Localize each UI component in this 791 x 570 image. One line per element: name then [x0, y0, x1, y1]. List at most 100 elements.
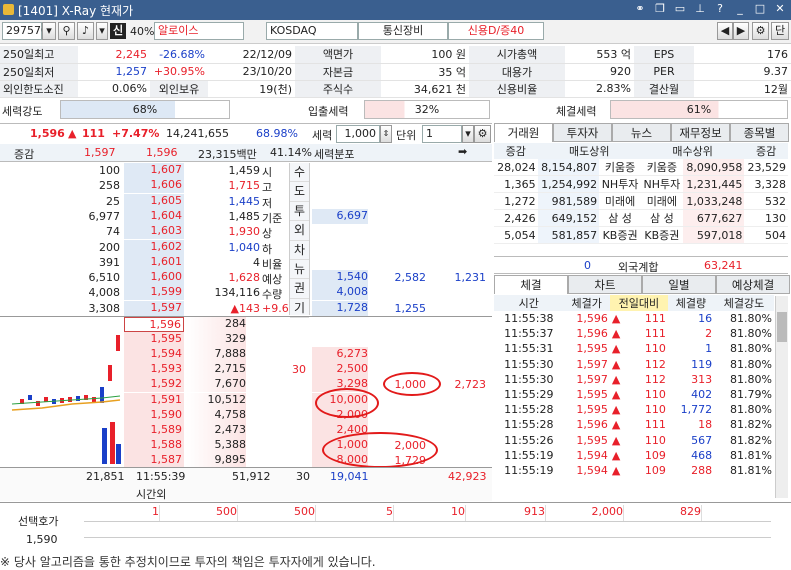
broker-row[interactable]: 1,272 981,589 미래에 미래에 1,033,248 532 [494, 192, 788, 210]
info-value: 176 [694, 46, 791, 64]
trade-row[interactable]: 11:55:19 1,594 ▲ 109 468 81.81% [494, 448, 774, 463]
search-icon[interactable]: ⚲ [58, 22, 75, 40]
bid-qty: 7,888 [186, 347, 246, 363]
broker-cell: 23,529 [744, 159, 788, 176]
strength-bar: 68% [60, 100, 230, 119]
trade-qty: 288 [691, 463, 713, 477]
settings-icon[interactable]: ⚙ [752, 22, 769, 40]
ask-row[interactable]: 391 1,601 4 비율 [0, 254, 492, 271]
single-view-button[interactable]: 단 [771, 22, 789, 40]
broker-row[interactable]: 2,426 649,152 삼 성삼 성 677,627 130 [494, 209, 788, 227]
maximize-icon[interactable]: □ [753, 2, 767, 16]
stock-code-input[interactable]: 297570 [2, 22, 48, 40]
broker-cell: KB증권 [599, 226, 641, 244]
side-tab[interactable]: 차 [290, 241, 309, 260]
trade-row[interactable]: 11:55:28 1,595 ▲ 110 1,772 81.80% [494, 402, 774, 417]
pin-icon[interactable]: ⊥ [693, 2, 707, 16]
link-icon[interactable]: ⚭ [633, 2, 647, 16]
side-tab[interactable]: 도 [290, 182, 309, 202]
trade-price: 1,596 [576, 327, 608, 341]
unit-select[interactable]: 1 [422, 125, 462, 143]
broker-table: 증감 매도상위 매수상위 증감 28,024 8,154,807 키움증 키움증 8,090,9… [494, 143, 788, 244]
help-icon[interactable]: ? [713, 2, 727, 16]
info-value: 100 원 [381, 46, 469, 64]
broker-row[interactable]: 5,054 581,857 KB증권 KB증권 597,018 504 [494, 226, 788, 244]
ask-row[interactable]: 3,308 1,597 ▲143 +9.63% 1,728 1,255 [0, 300, 492, 316]
restore-icon[interactable]: ▭ [673, 2, 687, 16]
force-qty-input[interactable]: 1,000 [336, 125, 380, 143]
right-tab[interactable]: 투자자 [553, 123, 612, 142]
side-tab[interactable]: 투 [290, 202, 309, 222]
broker-header-cell: 증감 [505, 145, 526, 158]
force-spinner-icon[interactable]: ⇕ [380, 125, 392, 143]
trade-row[interactable]: 11:55:26 1,595 ▲ 110 567 81.82% [494, 433, 774, 448]
trade-tab[interactable]: 체결 [494, 275, 568, 294]
prev-icon[interactable]: ◀ [717, 22, 733, 40]
candle [108, 365, 112, 381]
trade-row[interactable]: 11:55:37 1,596 ▲ 111 2 81.80% [494, 326, 774, 341]
trade-time: 11:55:28 [504, 418, 554, 432]
ask-row[interactable]: 100 1,607 1,459 시 [0, 163, 492, 179]
trade-tab[interactable]: 차트 [568, 275, 642, 294]
margin-rate: 40% [130, 25, 155, 38]
unit-dropdown-icon[interactable]: ▾ [462, 125, 474, 143]
ask-row[interactable]: 6,977 1,604 1,485 기준 6,697 [0, 208, 492, 225]
stat-value: 4 [253, 255, 260, 269]
minimize-icon[interactable]: _ [733, 2, 747, 16]
trade-row[interactable]: 11:55:30 1,597 ▲ 112 119 81.80% [494, 357, 774, 372]
side-tab[interactable]: 뉴 [290, 260, 309, 280]
next-icon[interactable]: ▶ [733, 22, 749, 40]
trade-price: 1,594 [576, 448, 608, 462]
stat-value: 1,715 [228, 179, 261, 193]
right-tab[interactable]: 재무정보 [671, 123, 730, 142]
trade-panel: 시간 체결가 전일대비 체결량 체결강도 11:55:38 1,596 ▲ 111 16 81.80… [494, 295, 788, 478]
volume-ratio: 68.98% [256, 127, 298, 140]
ask-chg: 258 [99, 179, 120, 193]
trade-qty: 468 [691, 448, 713, 462]
copy-icon[interactable]: ❐ [653, 2, 667, 16]
right-tab[interactable]: 뉴스 [612, 123, 671, 142]
broker-cell: 8,090,958 [682, 159, 745, 176]
broker-cell: 삼 성 [640, 209, 683, 227]
trade-row[interactable]: 11:55:19 1,594 ▲ 109 288 81.81% [494, 463, 774, 478]
ask-row[interactable]: 4,008 1,599 134,116 수량 4,008 [0, 285, 492, 301]
arrow-right-icon[interactable]: ➡ [458, 145, 467, 158]
info-label: 신용비율 [469, 80, 565, 98]
total-ask: 21,851 [86, 470, 125, 483]
close-icon[interactable]: ✕ [773, 2, 787, 16]
gear-icon[interactable]: ⚙ [474, 125, 491, 143]
broker-row[interactable]: 1,365 1,254,992 NH투자 NH투자 1,231,445 3,328 [494, 175, 788, 193]
trade-row[interactable]: 11:55:28 1,596 ▲ 111 18 81.82% [494, 417, 774, 432]
broker-cell: 1,254,992 [537, 175, 600, 193]
bid-price: 1,593 [124, 362, 184, 378]
trade-row[interactable]: 11:55:30 1,597 ▲ 112 313 81.80% [494, 372, 774, 387]
trade-strength: 81.80% [730, 372, 772, 386]
ask-row[interactable]: 6,510 1,600 1,628 예상 1,540 2,582 1,231 [0, 270, 492, 286]
trade-tab[interactable]: 예상체결 [716, 275, 790, 294]
speaker-icon[interactable]: ♪ [77, 22, 94, 40]
speaker-dropdown-icon[interactable]: ▾ [96, 22, 108, 40]
trade-row[interactable]: 11:55:38 1,596 ▲ 111 16 81.80% [494, 311, 774, 326]
trade-time: 11:55:37 [504, 327, 554, 341]
code-dropdown-icon[interactable]: ▾ [42, 22, 56, 40]
ask-row[interactable]: 258 1,606 1,715 고 [0, 178, 492, 194]
trade-scrollbar[interactable] [775, 296, 788, 498]
ask-row[interactable]: 74 1,603 1,930 상 [0, 224, 492, 240]
trade-qty: 567 [691, 433, 713, 447]
info-value: 12월 [694, 80, 791, 98]
broker-row[interactable]: 28,024 8,154,807 키움증 키움증 8,090,958 23,529 [494, 159, 788, 176]
trade-chg: ▲ 112 [610, 372, 668, 387]
candle [28, 395, 32, 400]
trade-tab[interactable]: 일별 [642, 275, 716, 294]
trade-row[interactable]: 11:55:29 1,595 ▲ 110 402 81.79% [494, 387, 774, 402]
side-tab[interactable]: 수 [290, 163, 309, 183]
ask-row[interactable]: 200 1,602 1,040 하 [0, 239, 492, 256]
trade-row[interactable]: 11:55:31 1,595 ▲ 110 1 81.80% [494, 341, 774, 356]
scroll-thumb[interactable] [777, 312, 787, 342]
side-tab[interactable]: 권 [290, 279, 309, 299]
info-label: 결산월 [634, 80, 694, 98]
ask-row[interactable]: 25 1,605 1,445 저 [0, 193, 492, 210]
side-tab[interactable]: 외 [290, 221, 309, 241]
right-tab[interactable]: 종목별 [730, 123, 789, 142]
right-tab[interactable]: 거래원 [494, 123, 553, 142]
